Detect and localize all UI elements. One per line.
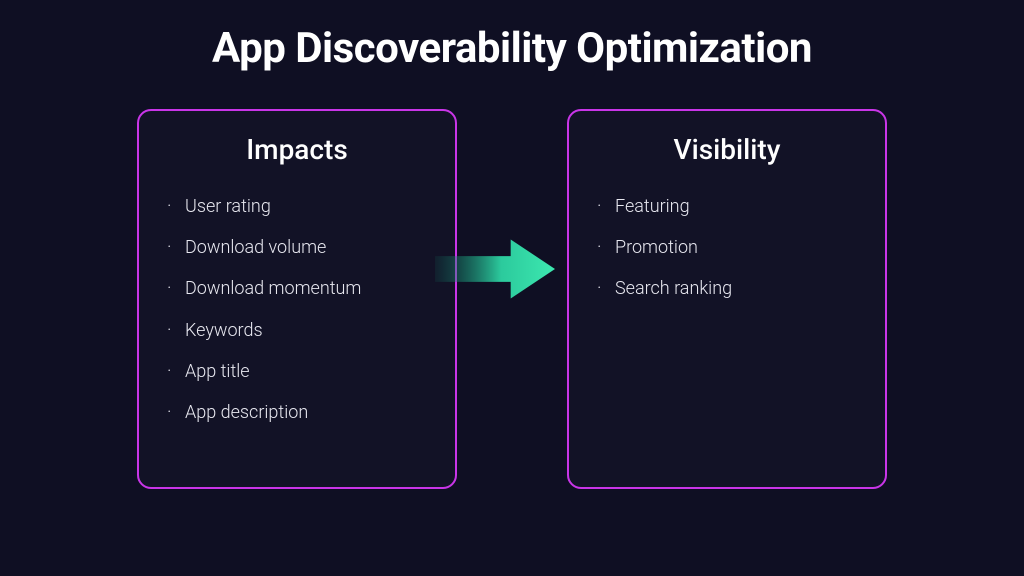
visibility-list: Featuring Promotion Search ranking — [597, 194, 857, 302]
list-item: Download volume — [167, 235, 427, 260]
list-item: App title — [167, 359, 427, 384]
list-item: Featuring — [597, 194, 857, 219]
list-item: Keywords — [167, 318, 427, 343]
visibility-card: Visibility Featuring Promotion Search ra… — [567, 109, 887, 489]
list-item: Download momentum — [167, 276, 427, 301]
content-row: Impacts User rating Download volume Down… — [0, 109, 1024, 489]
list-item: Promotion — [597, 235, 857, 260]
impacts-list: User rating Download volume Download mom… — [167, 194, 427, 425]
visibility-card-title: Visibility — [597, 133, 857, 166]
page-title: App Discoverability Optimization — [0, 0, 1024, 73]
list-item: App description — [167, 400, 427, 425]
impacts-card: Impacts User rating Download volume Down… — [137, 109, 457, 489]
list-item: Search ranking — [597, 276, 857, 301]
list-item: User rating — [167, 194, 427, 219]
impacts-card-title: Impacts — [167, 133, 427, 166]
arrow-icon — [435, 229, 555, 309]
